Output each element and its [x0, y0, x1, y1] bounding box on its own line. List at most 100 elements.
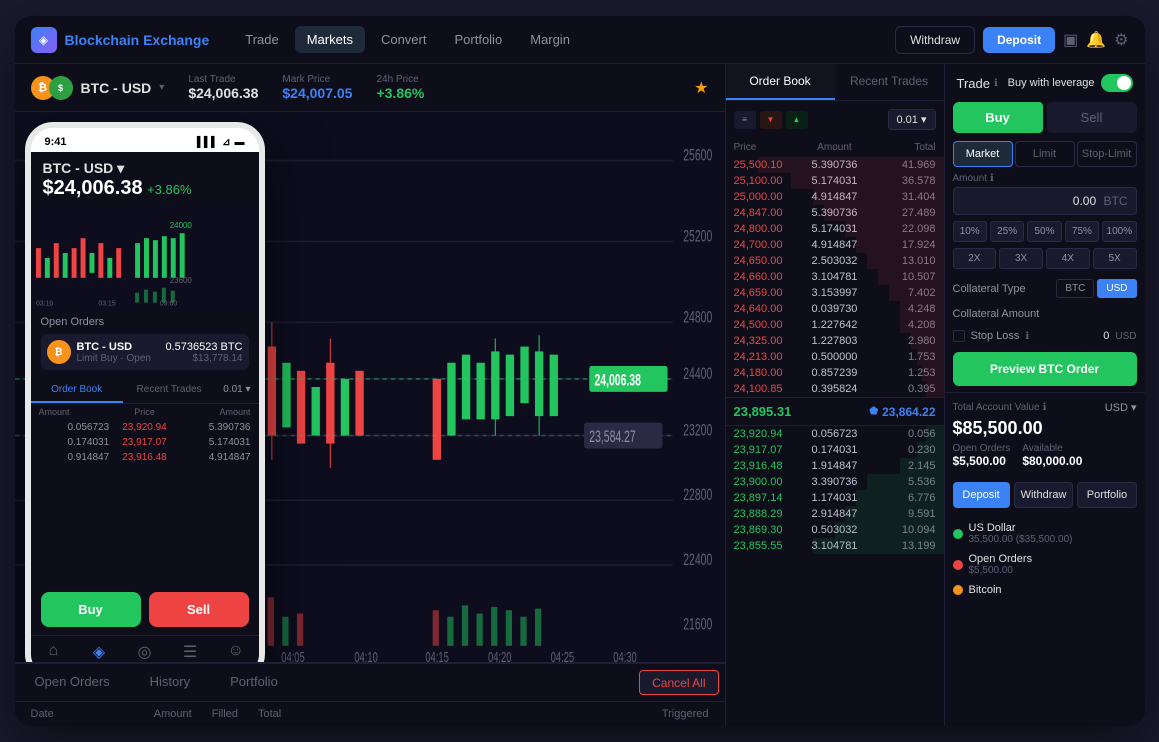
ob-precision-selector[interactable]: 0.01 ▾ — [888, 109, 936, 130]
svg-text:04:15: 04:15 — [425, 649, 449, 662]
pct-75-button[interactable]: 75% — [1065, 221, 1099, 242]
amount-input-display[interactable]: 0.00 BTC — [953, 187, 1137, 215]
account-total-value: $85,500.00 — [953, 418, 1137, 439]
ob-ask-row[interactable]: 24,180.00 0.857239 1.253 — [726, 365, 944, 381]
ob-ask-row[interactable]: 25,000.00 4.914847 31.404 — [726, 189, 944, 205]
ob-ask-row[interactable]: 24,660.00 3.104781 10.507 — [726, 269, 944, 285]
leverage-toggle[interactable]: Buy with leverage — [1008, 74, 1133, 92]
pct-10-button[interactable]: 10% — [953, 221, 987, 242]
settings-icon[interactable]: ⚙ — [1114, 30, 1128, 50]
preview-order-button[interactable]: Preview BTC Order — [953, 352, 1137, 386]
history-tab[interactable]: History — [130, 664, 210, 701]
favorite-icon[interactable]: ★ — [694, 78, 708, 98]
ob-filter-both[interactable]: ≡ — [734, 111, 756, 129]
lev-3x-button[interactable]: 3X — [999, 248, 1043, 269]
ob-bid-row[interactable]: 23,855.55 3.104781 13.199 — [726, 538, 944, 554]
ob-bid-row[interactable]: 23,916.48 1.914847 2.145 — [726, 458, 944, 474]
mobile-icon[interactable]: ▣ — [1063, 30, 1078, 50]
ob-ask-row[interactable]: 24,650.00 2.503032 13.010 — [726, 253, 944, 269]
open-orders-tab[interactable]: Open Orders — [15, 664, 130, 701]
phone-nav-portfolio[interactable]: ◎ Portfolio — [122, 642, 168, 662]
phone-nav-history[interactable]: ☰ History — [167, 642, 213, 662]
deposit-action-button[interactable]: Deposit — [953, 482, 1010, 508]
chart-area[interactable]: 25600 25200 24800 24400 23200 22800 2240… — [15, 112, 725, 662]
phone-sell-button[interactable]: Sell — [149, 592, 249, 627]
ob-filter-asks[interactable]: ▼ — [760, 111, 782, 129]
pct-25-button[interactable]: 25% — [990, 221, 1024, 242]
pct-buttons: 10% 25% 50% 75% 100% — [945, 221, 1145, 248]
phone-ob-tab-trades[interactable]: Recent Trades — [123, 378, 215, 403]
open-orders-dot — [953, 560, 963, 570]
lev-4x-button[interactable]: 4X — [1046, 248, 1090, 269]
pct-50-button[interactable]: 50% — [1027, 221, 1061, 242]
leverage-buttons: 2X 3X 4X 5X — [945, 248, 1145, 275]
ob-tabs: Order Book Recent Trades — [726, 64, 944, 101]
ob-bid-row[interactable]: 23,888.29 2.914847 9.591 — [726, 506, 944, 522]
ob-ask-row[interactable]: 24,500.00 1.227642 4.208 — [726, 317, 944, 333]
lev-5x-button[interactable]: 5X — [1093, 248, 1137, 269]
ob-bid-row[interactable]: 23,869.30 0.503032 10.094 — [726, 522, 944, 538]
col-usd-button[interactable]: USD — [1097, 279, 1136, 298]
ob-bid-row[interactable]: 23,920.94 0.056723 0.056 — [726, 426, 944, 442]
notifications-icon[interactable]: 🔔 — [1086, 30, 1106, 50]
account-section: Total Account Value ℹ USD ▾ $85,500.00 O… — [945, 392, 1145, 476]
col-date: Date — [31, 708, 54, 720]
ob-ask-row[interactable]: 24,213.00 0.500000 1.753 — [726, 349, 944, 365]
sell-button[interactable]: Sell — [1047, 102, 1137, 133]
phone-ob-precision[interactable]: 0.01 ▾ — [215, 378, 258, 403]
currency-selector[interactable]: USD ▾ — [1105, 401, 1137, 414]
nav-margin[interactable]: Margin — [518, 26, 582, 53]
nav-convert[interactable]: Convert — [369, 26, 439, 53]
ob-ask-row[interactable]: 24,800.00 5.174031 22.098 — [726, 221, 944, 237]
ob-col-total: Total — [868, 142, 935, 153]
phone-nav-account[interactable]: ☺ Account — [213, 642, 259, 662]
ob-ask-row[interactable]: 24,700.00 4.914847 17.924 — [726, 237, 944, 253]
market-tab[interactable]: Market — [953, 141, 1013, 167]
portfolio-action-button[interactable]: Portfolio — [1077, 482, 1136, 508]
buy-button[interactable]: Buy — [953, 102, 1043, 133]
nav-portfolio[interactable]: Portfolio — [442, 26, 514, 53]
phone-nav-home[interactable]: ⌂ Home — [31, 642, 77, 662]
ob-ask-row[interactable]: 24,325.00 1.227803 2.980 — [726, 333, 944, 349]
ob-ask-row[interactable]: 24,640.00 0.039730 4.248 — [726, 301, 944, 317]
pct-100-button[interactable]: 100% — [1102, 221, 1136, 242]
stop-loss-checkbox[interactable] — [953, 330, 965, 342]
ob-bid-row[interactable]: 23,900.00 3.390736 5.536 — [726, 474, 944, 490]
buy-sell-tabs: Buy Sell — [953, 102, 1137, 133]
phone-ob-row-1: 0.056723 23,920.94 5.390736 — [31, 420, 259, 435]
nav-markets[interactable]: Markets — [295, 26, 365, 53]
phone-order-item[interactable]: ₿ BTC - USD Limit Buy · Open 0.5736523 B… — [41, 334, 249, 370]
ob-bid-row[interactable]: 23,917.07 0.174031 0.230 — [726, 442, 944, 458]
phone-buy-button[interactable]: Buy — [41, 592, 141, 627]
svg-text:04:05: 04:05 — [281, 649, 305, 662]
ob-tab-trades[interactable]: Recent Trades — [835, 64, 944, 100]
ob-ask-row[interactable]: 24,100.85 0.395824 0.395 — [726, 381, 944, 397]
ob-bid-row[interactable]: 23,897.14 1.174031 6.776 — [726, 490, 944, 506]
phone-order-info: BTC - USD Limit Buy · Open — [77, 341, 160, 364]
phone-ob-tab-orderbook[interactable]: Order Book — [31, 378, 123, 403]
ob-ask-row[interactable]: 25,100.00 5.174031 36.578 — [726, 173, 944, 189]
ob-ask-row[interactable]: 24,659.00 3.153997 7.402 — [726, 285, 944, 301]
ob-filter-bids[interactable]: ▲ — [786, 111, 808, 129]
pair-selector[interactable]: ₿ $ BTC - USD ▾ — [31, 76, 165, 100]
lev-2x-button[interactable]: 2X — [953, 248, 997, 269]
limit-tab[interactable]: Limit — [1015, 141, 1075, 167]
leverage-switch[interactable] — [1101, 74, 1133, 92]
nav-trade[interactable]: Trade — [233, 26, 290, 53]
deposit-button[interactable]: Deposit — [983, 27, 1055, 53]
phone-nav-trade[interactable]: ◈ Trade — [76, 642, 122, 662]
stop-limit-tab[interactable]: Stop-Limit — [1077, 141, 1137, 167]
withdraw-action-button[interactable]: Withdraw — [1014, 482, 1074, 508]
col-btc-button[interactable]: BTC — [1056, 279, 1094, 298]
withdraw-button[interactable]: Withdraw — [895, 26, 975, 54]
portfolio-tab[interactable]: Portfolio — [210, 664, 298, 701]
ob-ask-row[interactable]: 24,847.00 5.390736 27.489 — [726, 205, 944, 221]
ob-ask-row[interactable]: 25,500.10 5.390736 41.969 — [726, 157, 944, 173]
ob-header: Price Amount Total — [726, 138, 944, 157]
ob-tab-orderbook[interactable]: Order Book — [726, 64, 835, 100]
svg-text:03:15: 03:15 — [98, 301, 115, 308]
stop-loss-value: 0 — [1103, 330, 1109, 342]
ob-controls: ≡ ▼ ▲ 0.01 ▾ — [726, 101, 944, 138]
cancel-all-button[interactable]: Cancel All — [639, 670, 718, 695]
phone-ob-header-total: Amount — [180, 407, 251, 417]
